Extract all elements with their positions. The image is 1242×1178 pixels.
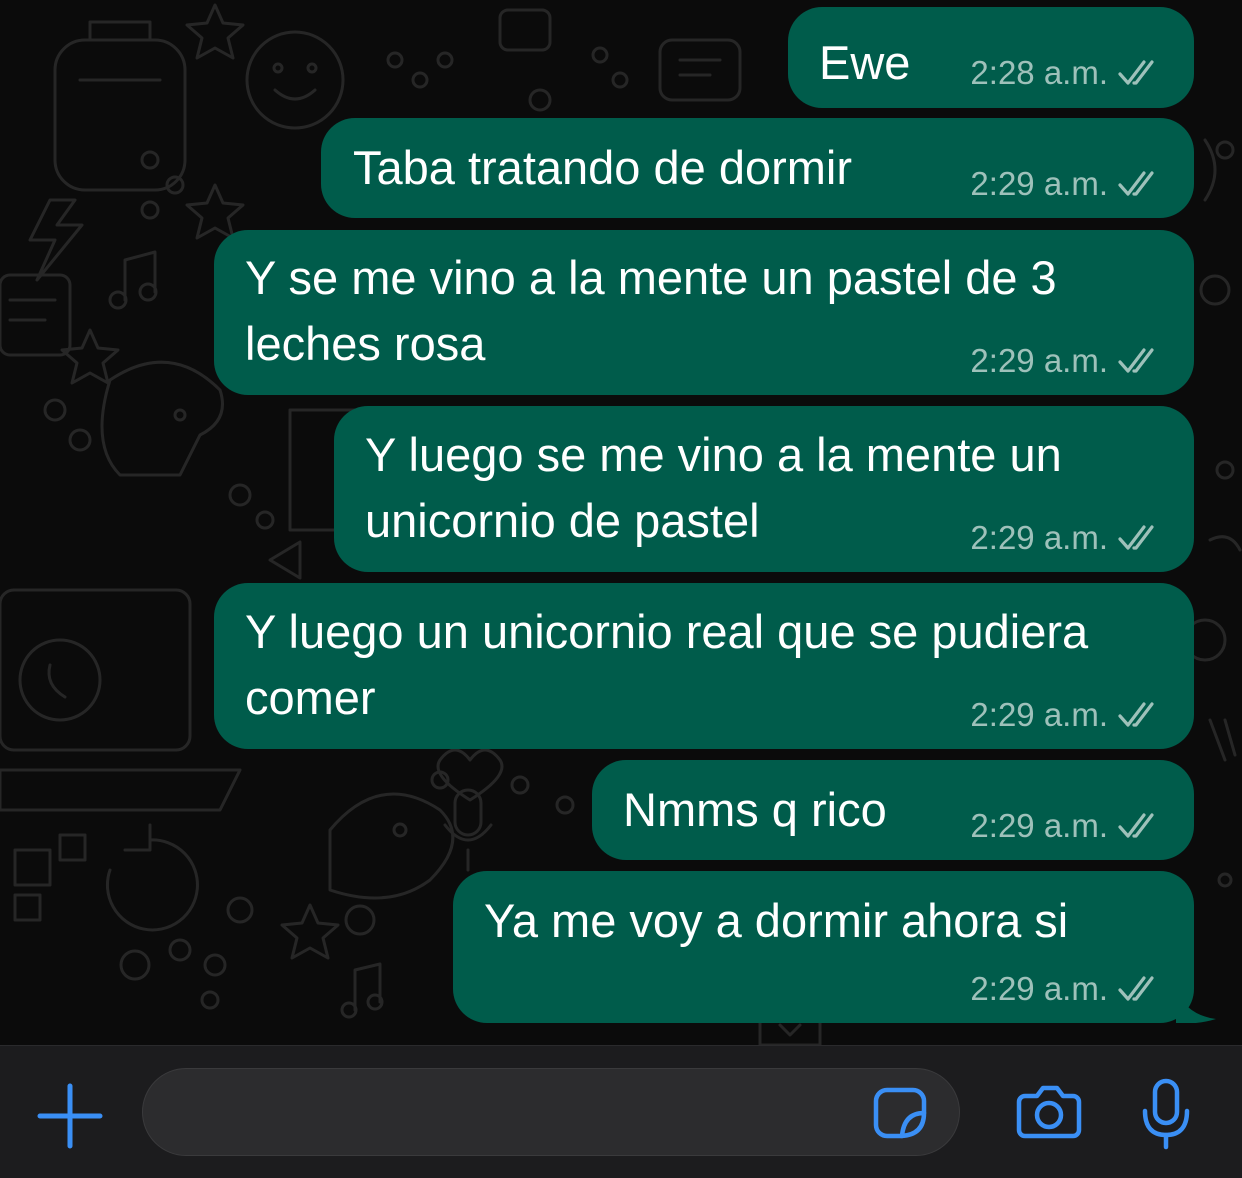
message-text-line: Y se me vino a la mente un pastel de 3	[245, 251, 1057, 304]
outgoing-message[interactable]: Nmms q rico 2:29 a.m.	[592, 760, 1194, 860]
read-double-check-icon	[1118, 171, 1154, 196]
read-double-check-icon	[1118, 60, 1154, 85]
outgoing-message[interactable]: Ewe 2:28 a.m.	[788, 7, 1194, 108]
message-text: Nmms q rico	[623, 783, 887, 836]
message-list: Ewe 2:28 a.m. Taba tratando de dormir 2:…	[0, 0, 1242, 1045]
read-double-check-icon	[1118, 813, 1154, 838]
outgoing-message[interactable]: Taba tratando de dormir 2:29 a.m.	[321, 118, 1194, 218]
message-time: 2:29 a.m.	[970, 165, 1108, 202]
outgoing-message[interactable]: Y luego un unicornio real que se pudiera…	[214, 583, 1194, 749]
outgoing-message[interactable]: Y se me vino a la mente un pastel de 3 l…	[214, 230, 1194, 395]
message-text: Taba tratando de dormir	[353, 141, 853, 194]
message-text: Ya me voy a dormir ahora si	[484, 894, 1069, 947]
message-text-line: leches rosa	[245, 317, 486, 370]
message-text-line: Y luego se me vino a la mente un	[365, 428, 1062, 481]
message-time: 2:29 a.m.	[970, 519, 1108, 556]
message-meta: 2:28 a.m.	[970, 53, 1164, 93]
message-time: 2:29 a.m.	[970, 696, 1108, 733]
message-text: Ewe	[819, 36, 911, 89]
read-double-check-icon	[1118, 525, 1154, 550]
outgoing-message[interactable]: Y luego se me vino a la mente un unicorn…	[334, 406, 1194, 572]
bubble-tail	[1176, 989, 1216, 1023]
read-double-check-icon	[1118, 348, 1154, 373]
message-text-line: comer	[245, 671, 376, 724]
message-meta: 2:29 a.m.	[970, 806, 1164, 846]
message-input[interactable]	[142, 1068, 960, 1156]
read-double-check-icon	[1118, 702, 1154, 727]
message-meta: 2:29 a.m.	[970, 969, 1164, 1009]
camera-icon[interactable]	[1015, 1084, 1083, 1140]
message-text-line: unicornio de pastel	[365, 494, 760, 547]
sticker-icon[interactable]	[873, 1087, 927, 1139]
message-time: 2:29 a.m.	[970, 970, 1108, 1007]
message-meta: 2:29 a.m.	[970, 695, 1164, 735]
chat-screen: Ewe 2:28 a.m. Taba tratando de dormir 2:…	[0, 0, 1242, 1178]
message-time: 2:28 a.m.	[970, 54, 1108, 91]
message-meta: 2:29 a.m.	[970, 341, 1164, 381]
microphone-icon[interactable]	[1140, 1078, 1192, 1150]
read-double-check-icon	[1118, 976, 1154, 1001]
message-composer	[0, 1045, 1242, 1178]
plus-icon[interactable]	[36, 1082, 104, 1150]
message-time: 2:29 a.m.	[970, 342, 1108, 379]
message-text-line: Y luego un unicornio real que se pudiera	[245, 605, 1089, 658]
message-meta: 2:29 a.m.	[970, 164, 1164, 204]
message-time: 2:29 a.m.	[970, 807, 1108, 844]
message-meta: 2:29 a.m.	[970, 518, 1164, 558]
outgoing-message[interactable]: Ya me voy a dormir ahora si 2:29 a.m.	[453, 871, 1216, 1023]
